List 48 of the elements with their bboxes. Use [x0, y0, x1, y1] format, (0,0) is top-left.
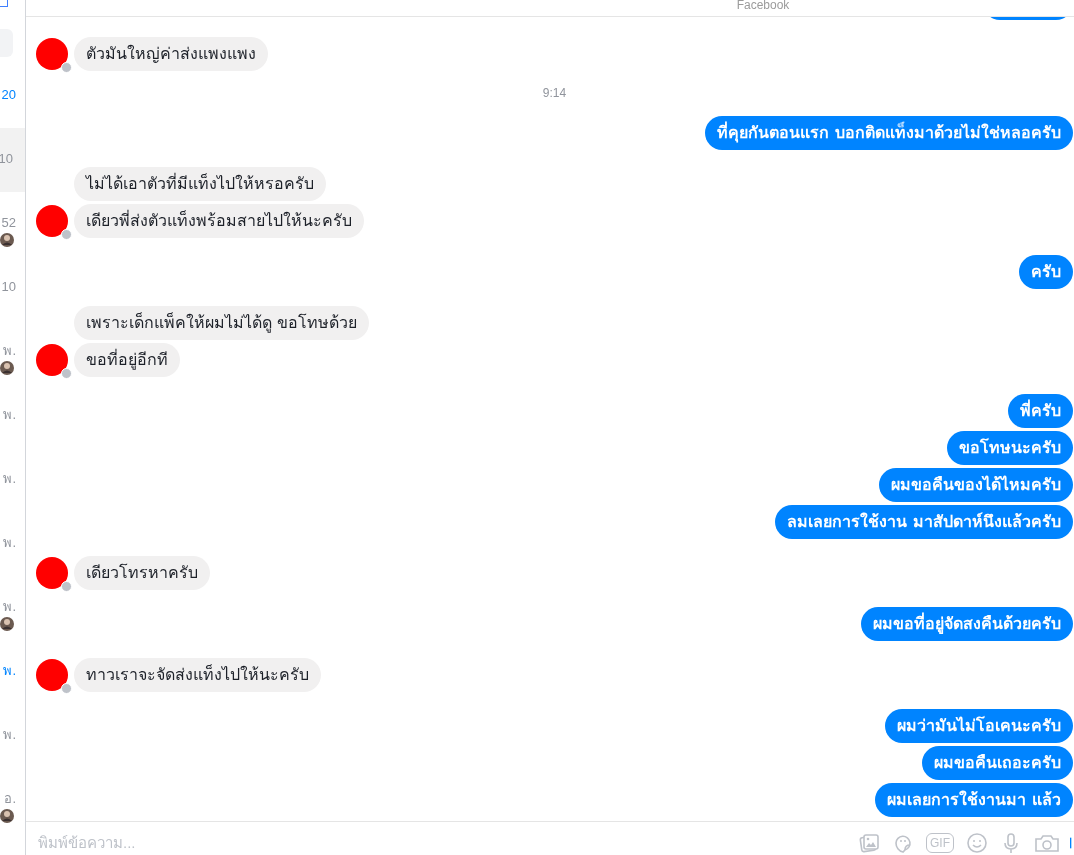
compose-icon[interactable]: [0, 0, 8, 7]
conversation-time: พ.: [3, 471, 16, 487]
message-bubble: ไม่ได้เอาตัวที่มีแท็งไปให้หรอครับ: [74, 167, 326, 201]
message-bubble: ผมว่ามันไม่โอเคนะครับ: [885, 709, 1073, 743]
message-bubble: เดียวพี่ส่งตัวแท็งพร้อมสายไปให้นะครับ: [74, 204, 364, 238]
conversation-time: พ.: [3, 599, 16, 615]
timestamp: 9:14: [542, 85, 567, 101]
conversation-item[interactable]: 20: [0, 64, 25, 128]
conversation-time: พ.: [3, 535, 16, 551]
message-bubble: ขอโทษนะครับ: [947, 431, 1073, 465]
gif-button[interactable]: GIF: [926, 832, 954, 853]
conversation-time: พ.: [3, 407, 16, 423]
conversation-item[interactable]: พ.: [0, 320, 25, 384]
conversation-time: 20: [1, 87, 16, 103]
image-icon[interactable]: [858, 831, 880, 854]
message-bubble: ผมขอคืนของได้ไหมครับ: [879, 468, 1073, 502]
conversation-time: อ.: [4, 791, 16, 807]
conversation-item[interactable]: พ.: [0, 640, 25, 704]
conversation-item[interactable]: 52: [0, 192, 25, 256]
conversation-item[interactable]: อ.: [0, 768, 25, 832]
message-bubble: ขอที่อยู่อีกที: [74, 343, 180, 377]
conversation-time: 52: [1, 215, 16, 231]
conversation-item[interactable]: พ.: [0, 384, 25, 448]
message-bubble: ตัวมันใหญ่ค่าส่งแพงแพง: [74, 37, 268, 71]
conversation-time: พ.: [3, 727, 16, 743]
message-bubble: เพราะเด็กแพ็คให้ผมไม่ได้ดู ขอโทษด้วย: [74, 306, 370, 340]
message-bubble: ทาวเราจะจัดส่งแท็งไปให้นะครับ: [74, 658, 321, 692]
conversation-time: พ.: [3, 343, 16, 359]
message-bubble: ที่คุยกันตอนแรก บอกติดแท็งมาด้วยไม่ใช่หลอครับ: [705, 116, 1073, 150]
header-label: Facebook: [736, 0, 790, 11]
message-bubble: ผมขอคืนเถอะครับ: [922, 746, 1073, 780]
message-bubble: เดียวโทรหาครับ: [74, 556, 210, 590]
message-bubble: ครับ: [1019, 255, 1073, 289]
conversation-item[interactable]: พ.: [0, 704, 25, 768]
conversation-item[interactable]: พ.: [0, 448, 25, 512]
conversation-time: 10: [1, 279, 16, 295]
message-bubble: พี่ครับ: [1008, 394, 1073, 428]
emoji-icon[interactable]: [966, 831, 988, 854]
message-bubble: ผมขอที่อยู่จัดสงคืนด้วยครับ: [861, 607, 1073, 641]
conversation-item[interactable]: 10: [0, 128, 25, 192]
conversation-time: พ.: [3, 663, 16, 679]
message-input[interactable]: พิมพ์ข้อความ...: [26, 826, 858, 851]
message-bubble: ผมเลยการใช้งานมา แล้ว: [875, 783, 1073, 817]
conversation-item[interactable]: 10: [0, 256, 25, 320]
message-bubble: ลมเลยการใช้งาน มาสัปดาห์นึงแล้วครับ: [775, 505, 1073, 539]
conversation-item[interactable]: พ.: [0, 576, 25, 640]
conversation-item[interactable]: พ.: [0, 512, 25, 576]
conversation-time: 10: [0, 151, 13, 167]
